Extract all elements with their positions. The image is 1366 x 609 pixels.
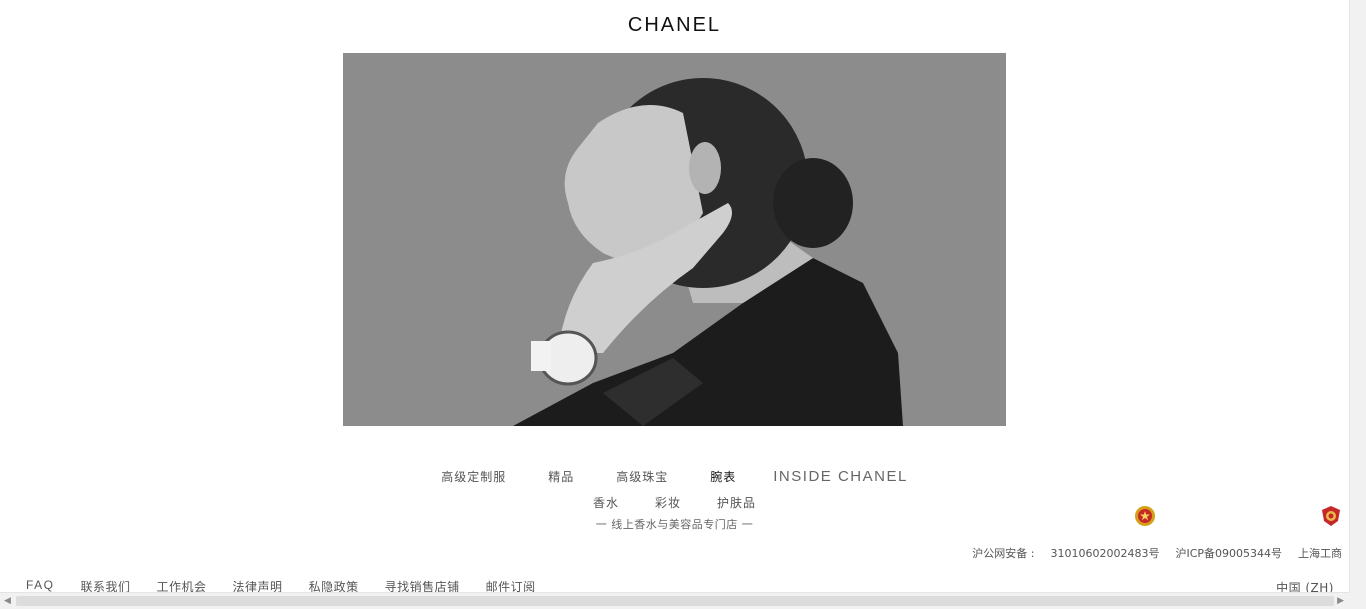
hero-portrait-illustration bbox=[343, 53, 1006, 426]
vertical-scrollbar[interactable] bbox=[1349, 0, 1366, 592]
police-emblem-icon[interactable] bbox=[1134, 505, 1156, 527]
icp-number[interactable]: 沪ICP备09005344号 bbox=[1175, 545, 1282, 561]
hero-image bbox=[343, 53, 1006, 426]
horizontal-scrollbar[interactable]: ◀ ▶ bbox=[0, 592, 1366, 609]
nav-item-watches[interactable]: 腕表 bbox=[710, 468, 736, 485]
police-record-label: 沪公网安备 : bbox=[972, 547, 1035, 560]
chanel-logo[interactable]: CHANEL bbox=[0, 14, 1349, 37]
commerce-emblem-icon[interactable] bbox=[1320, 505, 1342, 527]
nav-item-haute-couture[interactable]: 高级定制服 bbox=[441, 468, 506, 485]
horizontal-scroll-thumb[interactable] bbox=[16, 596, 1334, 606]
nav-item-inside-chanel[interactable]: INSIDE CHANEL bbox=[773, 468, 908, 485]
legal-info: 沪公网安备 : 31010602002483号 沪ICP备09005344号 上… bbox=[972, 545, 1342, 561]
primary-nav: 高级定制服 精品 高级珠宝 腕表 INSIDE CHANEL bbox=[0, 468, 1349, 485]
police-record-number[interactable]: 31010602002483号 bbox=[1050, 545, 1159, 561]
scrollbar-corner bbox=[1349, 592, 1366, 609]
commerce-link[interactable]: 上海工商 bbox=[1298, 545, 1342, 561]
nav-item-makeup[interactable]: 彩妆 bbox=[655, 494, 681, 511]
scroll-left-arrow-icon[interactable]: ◀ bbox=[4, 596, 11, 606]
nav-item-fragrance[interactable]: 香水 bbox=[593, 494, 619, 511]
scroll-right-arrow-icon[interactable]: ▶ bbox=[1337, 596, 1344, 606]
nav-item-boutique[interactable]: 精品 bbox=[548, 468, 574, 485]
nav-item-fine-jewelry[interactable]: 高级珠宝 bbox=[616, 468, 668, 485]
nav-item-skincare[interactable]: 护肤品 bbox=[717, 494, 756, 511]
